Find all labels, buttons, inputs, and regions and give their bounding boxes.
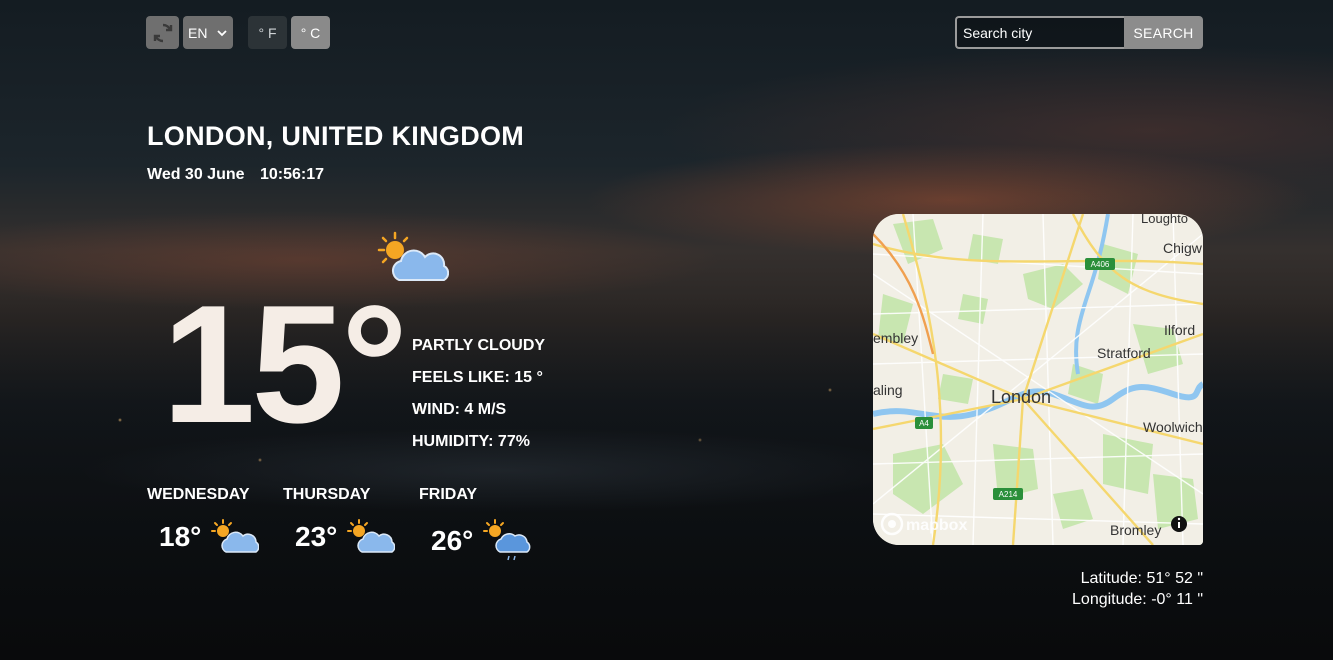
search-input[interactable] bbox=[955, 16, 1124, 49]
partly-cloudy-icon bbox=[211, 519, 259, 553]
current-temperature: 15° bbox=[162, 270, 408, 458]
location-title: LONDON, UNITED KINGDOM bbox=[147, 121, 525, 151]
forecast-day-name: WEDNESDAY bbox=[147, 486, 250, 503]
longitude: Longitude: -0° 11 ʺ bbox=[1072, 591, 1203, 608]
forecast-list: WEDNESDAY 18° THURSDAY 23° FRIDAY 26° bbox=[147, 486, 555, 564]
toolbar: EN ° F ° C bbox=[146, 16, 334, 49]
search-button[interactable]: SEARCH bbox=[1124, 16, 1203, 49]
road-shield-a4: A4 bbox=[915, 417, 933, 429]
road-shield-a214: A214 bbox=[993, 488, 1023, 500]
map-label-loughton: Loughto bbox=[1141, 214, 1188, 226]
map-label-stratford: Stratford bbox=[1097, 345, 1151, 361]
map-label-woolwich: Woolwich bbox=[1143, 419, 1203, 435]
chevron-down-icon bbox=[217, 29, 227, 36]
weather-details: PARTLY CLOUDY FEELS LIKE: 15 ° WIND: 4 M… bbox=[412, 330, 545, 458]
forecast-temp: 26° bbox=[431, 525, 474, 556]
feels-like: FEELS LIKE: 15 ° bbox=[412, 369, 543, 386]
map-label-ilford: Ilford bbox=[1164, 322, 1195, 338]
info-icon[interactable] bbox=[1171, 516, 1187, 532]
forecast-temp: 23° bbox=[295, 521, 338, 552]
refresh-button[interactable] bbox=[146, 16, 179, 49]
location-map[interactable]: A406 A4 A214 London Stratford embley ali… bbox=[873, 214, 1203, 545]
latitude: Latitude: 51° 52 ʺ bbox=[1080, 570, 1203, 587]
forecast-day: FRIDAY 26° bbox=[419, 486, 555, 564]
current-time: 10:56:17 bbox=[259, 166, 325, 183]
map-label-wembley: embley bbox=[873, 330, 918, 346]
svg-text:A214: A214 bbox=[999, 490, 1018, 499]
map-label-chigwell: Chigw bbox=[1163, 240, 1203, 256]
svg-text:mapbox: mapbox bbox=[906, 517, 967, 534]
map-label-ealing: aling bbox=[873, 382, 903, 398]
forecast-day: WEDNESDAY 18° bbox=[147, 486, 283, 564]
humidity: HUMIDITY: 77% bbox=[412, 433, 530, 450]
partly-cloudy-icon bbox=[347, 519, 395, 553]
svg-text:A406: A406 bbox=[1091, 260, 1110, 269]
map-label-bromley: Bromley bbox=[1110, 522, 1161, 538]
map-label-london: London bbox=[991, 387, 1051, 407]
current-date: Wed 30 June bbox=[147, 166, 245, 183]
forecast-day-name: FRIDAY bbox=[419, 486, 478, 503]
celsius-button[interactable]: ° C bbox=[291, 16, 330, 49]
fahrenheit-button[interactable]: ° F bbox=[248, 16, 287, 49]
road-shield-a406: A406 bbox=[1085, 258, 1115, 270]
search-form: SEARCH bbox=[955, 16, 1203, 49]
weather-condition: PARTLY CLOUDY bbox=[412, 337, 546, 354]
forecast-day: THURSDAY 23° bbox=[283, 486, 419, 564]
sun-rain-icon bbox=[483, 519, 531, 561]
language-value: EN bbox=[188, 24, 208, 41]
forecast-day-name: THURSDAY bbox=[283, 486, 371, 503]
language-select[interactable]: EN bbox=[183, 16, 233, 49]
wind-speed: WIND: 4 M/S bbox=[412, 401, 507, 418]
refresh-icon bbox=[153, 23, 172, 42]
svg-text:A4: A4 bbox=[919, 419, 929, 428]
forecast-temp: 18° bbox=[159, 521, 202, 552]
date-time: Wed 30 June 10:56:17 bbox=[147, 166, 335, 184]
coordinates: Latitude: 51° 52 ʺ Longitude: -0° 11 ʺ bbox=[1072, 568, 1203, 610]
